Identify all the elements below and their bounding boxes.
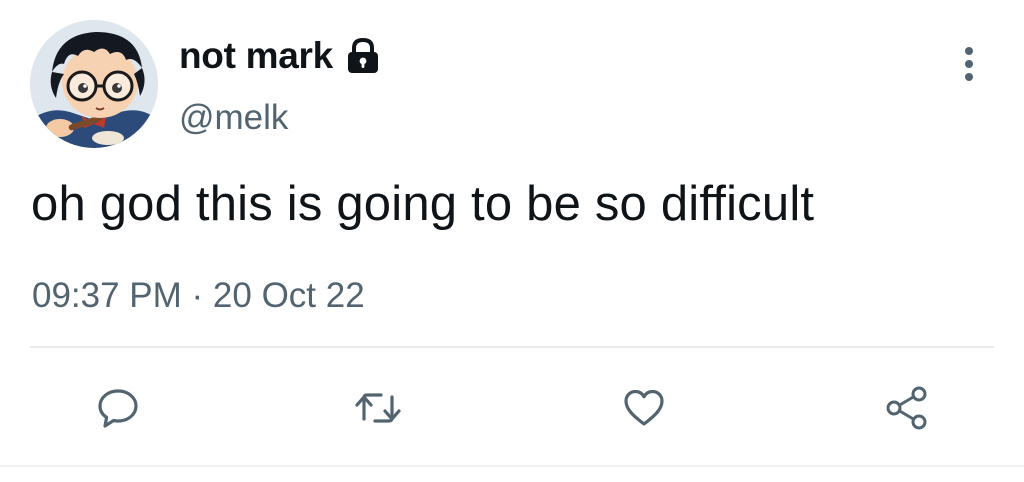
retweet-button[interactable] [350, 380, 406, 436]
like-button[interactable] [616, 380, 672, 436]
heart-icon [624, 389, 664, 426]
speech-bubble-icon [98, 389, 138, 428]
more-options-button[interactable] [953, 40, 985, 88]
tweet-timestamp[interactable]: 09:37 PM · 20 Oct 22 [32, 276, 365, 316]
lock-icon [345, 37, 381, 75]
tweet-text: oh god this is going to be so difficult [31, 177, 815, 231]
share-button[interactable] [879, 380, 935, 436]
user-handle[interactable]: @melk [179, 98, 288, 138]
author-name-row: not mark [179, 32, 381, 80]
avatar[interactable] [30, 20, 158, 148]
avatar-image [30, 20, 158, 148]
share-icon [886, 386, 927, 430]
divider [30, 346, 994, 348]
reply-button[interactable] [90, 380, 146, 436]
tweet-card: not mark @melk oh god this is going to b… [0, 0, 1024, 482]
vertical-ellipsis-icon [965, 47, 973, 81]
bottom-divider [0, 465, 1024, 467]
display-name[interactable]: not mark [179, 35, 333, 77]
retweet-icon [355, 393, 401, 423]
